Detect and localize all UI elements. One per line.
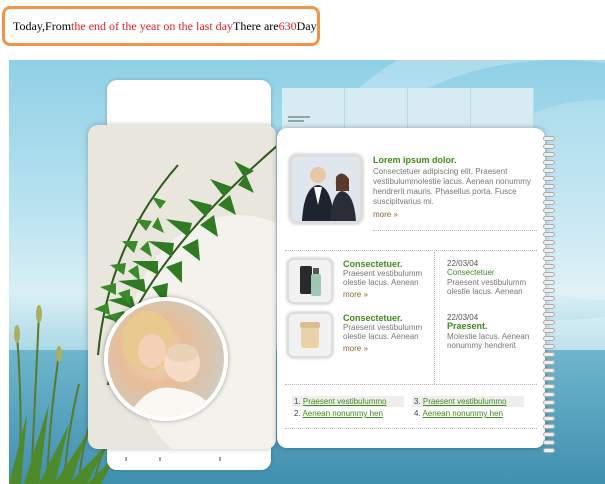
- news-date: 22/03/04: [447, 259, 479, 268]
- product-title: Consectetuer.: [343, 259, 403, 269]
- quick-link-3[interactable]: 3. Praesent vestibulummo: [412, 396, 524, 407]
- product-more-link[interactable]: more »: [343, 290, 368, 299]
- thumbnail[interactable]: [345, 88, 408, 130]
- news-title[interactable]: Consectetuer: [447, 268, 495, 277]
- link-text[interactable]: Praesent vestibulummo: [423, 397, 507, 406]
- quick-link-2[interactable]: 2. Aenean nonummy hen: [292, 408, 404, 419]
- featured-body: Consectetuer adipiscing elit. Praesent v…: [373, 167, 531, 206]
- news-title[interactable]: Praesent.: [447, 321, 488, 331]
- divider: [285, 384, 537, 385]
- photo-illustration: [122, 311, 216, 417]
- link-number: 4.: [414, 409, 421, 418]
- product-title: Consectetuer.: [343, 313, 403, 323]
- thumbnail[interactable]: [282, 88, 345, 130]
- countdown-prefix: Today,From: [13, 19, 72, 33]
- perfume-icon: [289, 260, 331, 302]
- link-number: 1.: [294, 397, 301, 406]
- quick-link-4[interactable]: 4. Aenean nonummy hen: [412, 408, 524, 419]
- divider: [434, 252, 435, 384]
- countdown-text: Today,Fromthe end of the year on the las…: [13, 19, 317, 34]
- product-body: Praesent vestibulumm olestie lacus. Aene…: [343, 269, 423, 287]
- link-text[interactable]: Aenean nonummy hen: [302, 409, 383, 418]
- news-body: Praesent vestibulumm olestie lacus. Aene…: [447, 278, 527, 296]
- product-body: Praesent vestibulumm olestie lacus. Aene…: [343, 323, 423, 341]
- countdown-suffix: Day: [296, 19, 317, 33]
- back-card-markers: [125, 457, 245, 463]
- mother-baby-photo: [104, 297, 228, 421]
- countdown-middle: There are: [233, 19, 279, 33]
- countdown-days: 630: [278, 19, 297, 33]
- product-image-cream[interactable]: [287, 312, 333, 358]
- divider: [373, 230, 537, 231]
- product-image-perfume[interactable]: [287, 258, 333, 304]
- couple-illustration: [292, 157, 360, 221]
- quick-link-1[interactable]: 1. Praesent vestibulummo: [292, 396, 404, 407]
- product-more-link[interactable]: more »: [343, 344, 368, 353]
- link-text[interactable]: Aenean nonummy hen: [422, 409, 503, 418]
- divider: [285, 250, 537, 251]
- link-number: 3.: [414, 397, 421, 406]
- featured-more-link[interactable]: more »: [373, 210, 398, 219]
- countdown-highlight: the end of the year on the last day: [71, 19, 233, 33]
- link-number: 2.: [294, 409, 301, 418]
- cream-jar-icon: [289, 314, 331, 356]
- spiral-binding: [543, 136, 555, 453]
- countdown-banner: Today,Fromthe end of the year on the las…: [2, 6, 320, 46]
- thumbnail-strip: [282, 88, 534, 130]
- featured-title: Lorem ipsum dolor.: [373, 155, 457, 165]
- link-text[interactable]: Praesent vestibulummo: [303, 397, 387, 406]
- thumbnail[interactable]: [471, 88, 534, 130]
- divider: [285, 428, 537, 429]
- thumbnail[interactable]: [408, 88, 471, 130]
- featured-image[interactable]: [289, 154, 363, 224]
- content-card: Lorem ipsum dolor. Consectetuer adipisci…: [277, 128, 555, 453]
- news-body: Molestie lacus. Aenean nonummy hendrerit: [447, 332, 530, 350]
